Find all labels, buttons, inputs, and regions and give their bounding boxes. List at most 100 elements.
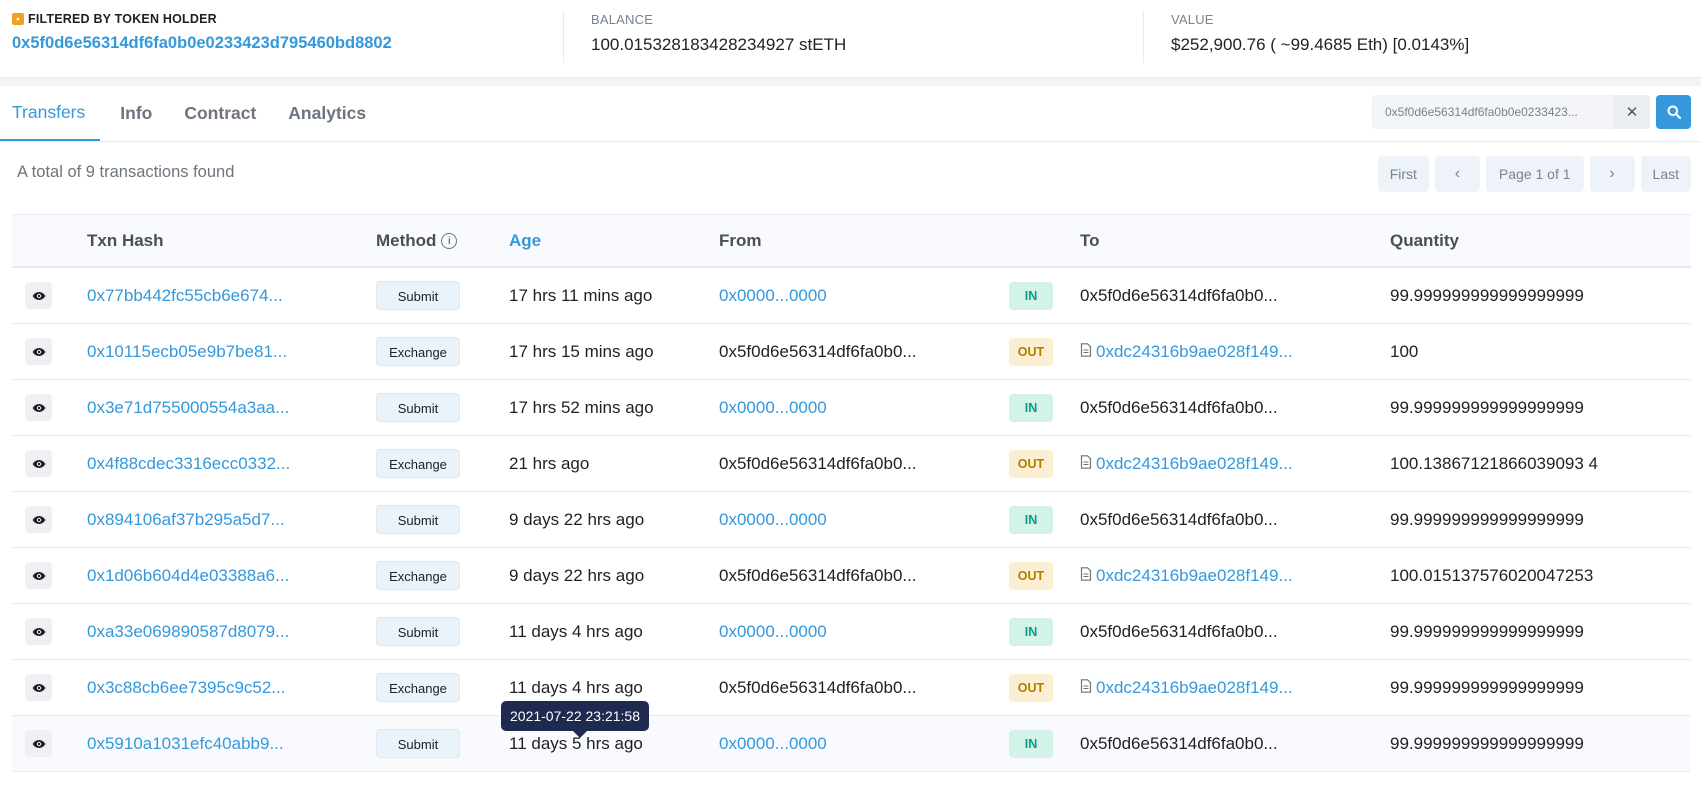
method-cell: Submit: [376, 505, 509, 534]
txn-hash-link[interactable]: 0x894106af37b295a5d7...: [87, 510, 292, 530]
from-address[interactable]: 0x0000...0000: [719, 510, 919, 530]
direction-badge: IN: [1009, 729, 1053, 758]
search-button[interactable]: [1656, 95, 1691, 129]
method-badge: Submit: [376, 617, 460, 646]
txn-hash-cell: 0x4f88cdec3316ecc0332...: [87, 454, 376, 474]
to-address-link[interactable]: 0xdc24316b9ae028f149...: [1096, 678, 1293, 698]
quantity-cell: 99.999999999999999999: [1390, 285, 1584, 305]
to-address-wrap: 0xdc24316b9ae028f149...: [1080, 342, 1390, 362]
header-age[interactable]: Age: [509, 231, 719, 251]
wallet-icon: ▪: [12, 13, 24, 25]
txn-hash-link[interactable]: 0x4f88cdec3316ecc0332...: [87, 454, 292, 474]
from-address: 0x5f0d6e56314df6fa0b0...: [719, 565, 917, 585]
filter-address-link[interactable]: 0x5f0d6e56314df6fa0b0e0233423d795460bd88…: [12, 34, 551, 53]
clear-filter-button[interactable]: ✕: [1614, 95, 1650, 129]
method-badge: Submit: [376, 729, 460, 758]
txn-hash-cell: 0x3c88cb6ee7395c9c52...: [87, 678, 376, 698]
txn-hash-link[interactable]: 0x10115ecb05e9b7be81...: [87, 342, 292, 362]
age-cell: 9 days 22 hrs ago: [509, 509, 645, 529]
header-from: From: [719, 230, 762, 250]
table-row: 0x4f88cdec3316ecc0332... Exchange 21 hrs a…: [12, 436, 1691, 492]
preview-button[interactable]: [25, 506, 52, 533]
from-cell: 0x0000...0000: [719, 510, 1009, 530]
table-row: 0x3e71d755000554a3aa... Submit 17 hrs 52 m…: [12, 380, 1691, 436]
header-txn-hash: Txn Hash: [87, 230, 164, 250]
direction-badge: OUT: [1009, 337, 1053, 366]
preview-button[interactable]: [25, 338, 52, 365]
eye-icon: [32, 342, 46, 362]
from-address[interactable]: 0x0000...0000: [719, 398, 919, 418]
tab-contract[interactable]: Contract: [172, 85, 268, 141]
tab-info[interactable]: Info: [108, 85, 164, 141]
preview-button[interactable]: [25, 450, 52, 477]
direction-cell: IN: [1009, 281, 1080, 310]
filter-label-row: ▪ FILTERED BY TOKEN HOLDER: [12, 12, 551, 26]
age-cell: 11 days 4 hrs ago: [509, 677, 643, 697]
to-address-wrap: 0xdc24316b9ae028f149...: [1080, 678, 1390, 698]
quantity-cell: 100: [1390, 341, 1419, 361]
first-page-button[interactable]: First: [1377, 156, 1429, 192]
method-cell: Exchange: [376, 561, 509, 590]
txn-hash-link[interactable]: 0x3e71d755000554a3aa...: [87, 398, 292, 418]
total-transactions-text: A total of 9 transactions found: [17, 162, 235, 181]
info-icon[interactable]: i: [441, 233, 458, 250]
preview-button[interactable]: [25, 562, 52, 589]
txn-hash-cell: 0x77bb442fc55cb6e674...: [87, 286, 376, 306]
quantity-cell: 99.999999999999999999: [1390, 677, 1584, 697]
table-row: 0x10115ecb05e9b7be81... Exchange 17 hrs 15…: [12, 324, 1691, 380]
address-filter: ✕: [1372, 95, 1691, 129]
preview-button[interactable]: [25, 674, 52, 701]
table-row: 0x77bb442fc55cb6e674... Submit 17 hrs 11 m…: [12, 268, 1691, 324]
eye-icon: [32, 734, 46, 754]
contract-icon: [1080, 566, 1092, 586]
from-address[interactable]: 0x0000...0000: [719, 286, 919, 306]
from-address[interactable]: 0x0000...0000: [719, 622, 919, 642]
table-row: 0x3c88cb6ee7395c9c52... Exchange 11 days 4…: [12, 660, 1691, 716]
tab-analytics[interactable]: Analytics: [276, 85, 378, 141]
direction-cell: IN: [1009, 505, 1080, 534]
method-badge: Submit: [376, 393, 460, 422]
from-address[interactable]: 0x0000...0000: [719, 734, 919, 754]
method-badge: Exchange: [376, 449, 460, 478]
to-address-wrap: 0xdc24316b9ae028f149...: [1080, 454, 1390, 474]
from-cell: 0x0000...0000: [719, 286, 1009, 306]
preview-button[interactable]: [25, 730, 52, 757]
txn-hash-link[interactable]: 0x3c88cb6ee7395c9c52...: [87, 678, 292, 698]
balance-value: 100.015328183428234927 stETH: [591, 35, 847, 54]
direction-badge: IN: [1009, 281, 1053, 310]
eye-icon: [32, 510, 46, 530]
close-icon: ✕: [1625, 104, 1639, 121]
preview-button[interactable]: [25, 618, 52, 645]
to-address-link[interactable]: 0xdc24316b9ae028f149...: [1096, 342, 1293, 362]
next-page-button[interactable]: ›: [1589, 156, 1635, 192]
header-quantity: Quantity: [1390, 230, 1459, 250]
to-address-wrap: 0x5f0d6e56314df6fa0b0...: [1080, 734, 1390, 754]
txn-hash-link[interactable]: 0x5910a1031efc40abb9...: [87, 734, 292, 754]
last-page-button[interactable]: Last: [1640, 156, 1691, 192]
to-cell: 0xdc24316b9ae028f149...: [1080, 678, 1390, 698]
preview-button[interactable]: [25, 282, 52, 309]
txn-hash-link[interactable]: 0x77bb442fc55cb6e674...: [87, 286, 292, 306]
pagination: First ‹ Page 1 of 1 › Last: [1377, 156, 1691, 192]
direction-badge: OUT: [1009, 561, 1053, 590]
direction-cell: IN: [1009, 729, 1080, 758]
txn-hash-link[interactable]: 0xa33e069890587d8079...: [87, 622, 292, 642]
method-cell: Submit: [376, 393, 509, 422]
value-label: VALUE: [1171, 12, 1214, 27]
preview-cell: [12, 450, 87, 477]
method-badge: Exchange: [376, 337, 460, 366]
address-filter-input[interactable]: [1372, 95, 1614, 129]
age-cell: 21 hrs ago: [509, 453, 590, 473]
txn-hash-link[interactable]: 0x1d06b604d4e03388a6...: [87, 566, 292, 586]
to-address-link[interactable]: 0xdc24316b9ae028f149...: [1096, 454, 1293, 474]
tab-transfers[interactable]: Transfers: [0, 85, 101, 141]
prev-page-button[interactable]: ‹: [1434, 156, 1480, 192]
quantity-cell: 100.13867121866039093 4: [1390, 453, 1598, 473]
balance-summary: BALANCE 100.015328183428234927 stETH: [563, 0, 1143, 77]
table-row: 0x894106af37b295a5d7... Submit 9 days 22 h…: [12, 492, 1691, 548]
to-address-link[interactable]: 0xdc24316b9ae028f149...: [1096, 566, 1293, 586]
to-address: 0x5f0d6e56314df6fa0b0...: [1080, 397, 1278, 417]
direction-cell: OUT: [1009, 673, 1080, 702]
preview-button[interactable]: [25, 394, 52, 421]
age-cell: 17 hrs 52 mins ago: [509, 397, 654, 417]
